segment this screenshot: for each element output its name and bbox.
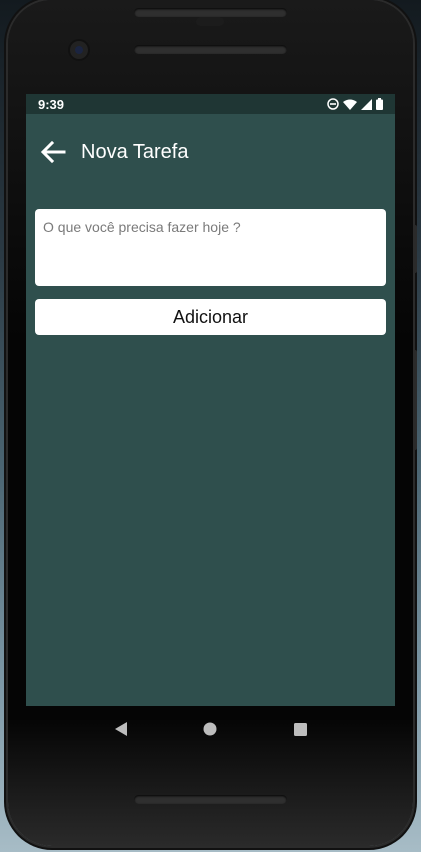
top-speaker-grille	[134, 8, 287, 17]
do-not-disturb-icon	[327, 98, 339, 110]
nav-home-button[interactable]	[198, 717, 222, 741]
task-form: Adicionar	[26, 209, 395, 335]
front-camera-icon	[70, 41, 88, 59]
bottom-speaker-grille	[134, 795, 287, 804]
back-triangle-icon	[114, 722, 127, 736]
arrow-left-icon	[40, 140, 66, 164]
status-icons	[327, 98, 383, 110]
app-screen: 9:39 Nova Tarefa Adi	[26, 94, 395, 706]
wifi-icon	[343, 99, 357, 110]
recents-square-icon	[293, 722, 307, 736]
task-input[interactable]	[35, 209, 386, 286]
nav-recents-button[interactable]	[288, 717, 312, 741]
earpiece-speaker	[134, 45, 287, 54]
proximity-sensor	[196, 17, 224, 26]
page-title: Nova Tarefa	[81, 140, 189, 163]
volume-button	[413, 225, 417, 273]
status-time: 9:39	[38, 96, 65, 112]
app-bar: Nova Tarefa	[26, 114, 395, 190]
add-button[interactable]: Adicionar	[35, 299, 386, 335]
status-bar: 9:39	[26, 94, 395, 114]
system-nav-bar	[26, 706, 395, 752]
nav-back-button[interactable]	[109, 717, 133, 741]
home-circle-icon	[203, 722, 217, 736]
battery-icon	[376, 98, 383, 110]
power-button	[413, 350, 417, 450]
back-button[interactable]	[38, 137, 68, 167]
signal-icon	[361, 98, 372, 110]
